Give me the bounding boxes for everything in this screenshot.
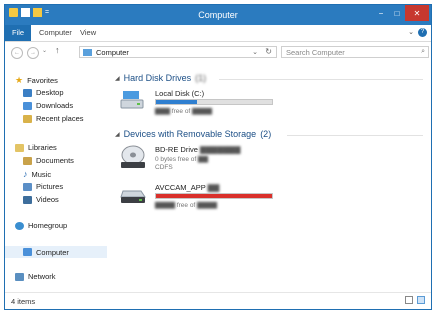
drive-free-space: ▇▇▇▇ free of ▇▇▇▇ (155, 202, 218, 209)
content-pane: ◢ Hard Disk Drives (1) Local Disk (C:) ▇… (109, 63, 431, 295)
star-icon: ★ (15, 75, 24, 85)
item-count: 4 items (11, 297, 36, 306)
homegroup-icon (15, 221, 24, 230)
refresh-icon[interactable]: ↻ (265, 47, 272, 56)
sidebar-libraries[interactable]: Libraries (15, 143, 57, 152)
recent-locations-icon[interactable]: ⌄ (42, 47, 47, 54)
title-bar: = Computer − □ ✕ (5, 5, 431, 25)
drive-free-space: ▇▇▇ free of ▇▇▇▇ (155, 108, 213, 115)
minimize-button[interactable]: − (373, 5, 389, 21)
expand-ribbon-icon[interactable]: ⌄ (408, 28, 414, 36)
large-icons-view-icon[interactable] (417, 296, 425, 304)
search-box[interactable]: Search Computer ⌕ (281, 46, 429, 58)
drive-local-disk[interactable]: Local Disk (C:) ▇▇▇ free of ▇▇▇▇ (119, 87, 289, 115)
sidebar-network[interactable]: Network (15, 272, 56, 281)
search-placeholder: Search Computer (286, 48, 345, 57)
details-view-icon[interactable] (405, 296, 413, 304)
ribbon-tabs: File Computer View ⌄ ? (5, 25, 431, 42)
optical-drive-icon (121, 145, 145, 168)
drive-avccam[interactable]: AVCCAM_APP ▇▇ ▇▇▇▇ free of ▇▇▇▇ (119, 181, 289, 209)
drive-bd-re[interactable]: BD-RE Drive ▇▇▇▇▇▇▇ 0 bytes free of ▇▇ C… (119, 143, 289, 173)
help-icon[interactable]: ? (418, 28, 427, 37)
drive-name: AVCCAM_APP ▇▇ (155, 183, 220, 192)
recent-places-icon (23, 114, 32, 123)
collapse-icon[interactable]: ◢ (115, 131, 120, 138)
pictures-icon (23, 182, 32, 191)
search-icon[interactable]: ⌕ (421, 48, 425, 56)
explorer-window: = Computer − □ ✕ File Computer View ⌄ ? … (4, 4, 432, 310)
back-button[interactable]: ← (11, 47, 23, 59)
drive-usage-fill (156, 194, 272, 198)
hard-disk-icon (120, 91, 144, 109)
maximize-button[interactable]: □ (389, 5, 405, 21)
sidebar-item-documents[interactable]: Documents (23, 156, 74, 165)
tab-computer[interactable]: Computer (39, 28, 72, 37)
sidebar-item-pictures[interactable]: Pictures (23, 182, 63, 191)
sidebar-homegroup[interactable]: Homegroup (15, 221, 67, 230)
window-title: Computer (198, 10, 238, 20)
group-divider (287, 135, 423, 136)
drive-free-space: 0 bytes free of ▇▇ (155, 156, 209, 163)
sidebar-item-desktop[interactable]: Desktop (23, 88, 64, 97)
group-divider (219, 79, 423, 80)
sidebar-item-downloads[interactable]: Downloads (23, 101, 73, 110)
drive-usage-bar (155, 99, 273, 105)
drive-usage-bar (155, 193, 273, 199)
sidebar-favorites[interactable]: ★ Favorites (15, 75, 58, 86)
up-button[interactable]: ↑ (55, 45, 60, 55)
status-bar: 4 items (5, 292, 431, 309)
drive-usage-fill (156, 100, 197, 104)
documents-icon (23, 156, 32, 165)
sidebar-item-videos[interactable]: Videos (23, 195, 59, 204)
removable-drive-icon (120, 190, 146, 203)
group-header-removable-storage[interactable]: ◢ Devices with Removable Storage (2) (115, 129, 271, 139)
sidebar-computer[interactable]: Computer (5, 246, 107, 258)
address-dropdown-icon[interactable]: ⌄ (252, 48, 258, 56)
close-button[interactable]: ✕ (405, 5, 429, 21)
network-icon (15, 272, 24, 281)
collapse-icon[interactable]: ◢ (115, 75, 120, 82)
tab-file[interactable]: File (5, 25, 31, 41)
address-bar[interactable]: Computer ⌄ ↻ (79, 46, 277, 58)
music-icon: ♪ (23, 169, 28, 179)
drive-name: BD-RE Drive ▇▇▇▇▇▇▇ (155, 145, 241, 154)
sidebar-item-recent-places[interactable]: Recent places (23, 114, 84, 123)
forward-button[interactable]: → (27, 47, 39, 59)
videos-icon (23, 195, 32, 204)
tab-view[interactable]: View (80, 28, 96, 37)
sidebar-item-music[interactable]: ♪ Music (23, 169, 51, 179)
drive-filesystem: CDFS (155, 164, 173, 171)
libraries-icon (15, 143, 24, 152)
navigation-pane: ★ Favorites Desktop Downloads Recent pla… (5, 63, 107, 295)
group-header-hard-disk-drives[interactable]: ◢ Hard Disk Drives (1) (115, 73, 206, 83)
downloads-icon (23, 101, 32, 110)
desktop-icon (23, 88, 32, 97)
address-text: Computer (96, 48, 129, 57)
drive-name: Local Disk (C:) (155, 89, 205, 98)
computer-icon (23, 248, 32, 256)
computer-icon (83, 49, 92, 56)
navigation-bar: ← → ⌄ ↑ Computer ⌄ ↻ Search Computer ⌕ (5, 42, 431, 62)
